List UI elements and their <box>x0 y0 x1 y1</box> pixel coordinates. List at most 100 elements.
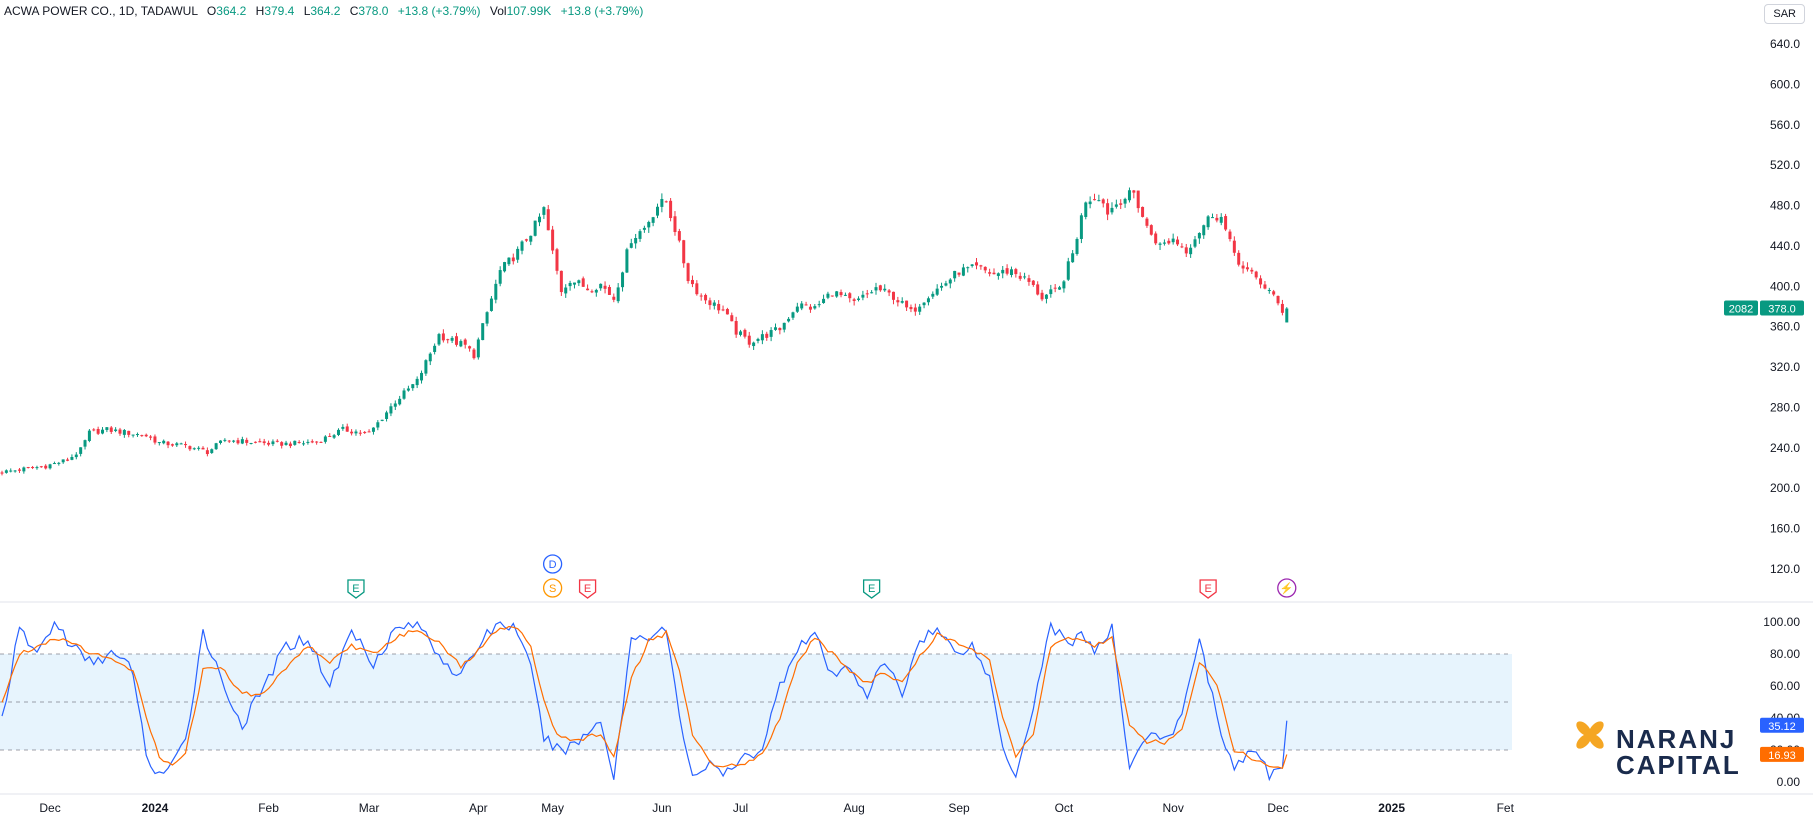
candle-body <box>690 279 694 285</box>
candle-body <box>870 292 874 294</box>
candle <box>310 439 314 444</box>
candle-body <box>1031 280 1035 285</box>
candle-body <box>830 295 834 297</box>
candle <box>1202 224 1206 239</box>
candle-body <box>538 216 542 223</box>
candle <box>1149 224 1153 236</box>
candle-body <box>402 390 406 399</box>
candle <box>1267 287 1271 294</box>
candle <box>660 193 664 213</box>
candle-body <box>424 360 428 374</box>
candle <box>1197 232 1201 244</box>
candle-body <box>454 336 458 345</box>
candle-body <box>406 388 410 391</box>
candle <box>966 266 970 273</box>
candle-body <box>695 283 699 295</box>
candle-body <box>922 302 926 306</box>
candle-body <box>332 435 336 438</box>
candle-body <box>201 447 205 450</box>
candle <box>586 284 590 291</box>
candle <box>599 283 603 291</box>
candle-body <box>310 441 314 443</box>
candle-body <box>140 435 144 437</box>
candle <box>1053 283 1057 293</box>
candle <box>607 284 611 295</box>
candle <box>900 297 904 304</box>
candle <box>800 301 804 311</box>
price-tick-label: 560.0 <box>1770 118 1800 132</box>
candle <box>992 268 996 275</box>
candle <box>843 292 847 297</box>
candle <box>791 311 795 320</box>
candle <box>288 441 292 449</box>
price-tick-label: 400.0 <box>1770 279 1800 293</box>
chart-canvas[interactable]: 120.0 160.0 200.0 240.0 280.0 320.0 360.0 400.0… <box>0 0 1813 824</box>
event-marker-earnings[interactable]: E <box>578 579 597 599</box>
candle-body <box>1158 243 1162 245</box>
event-marker-earnings[interactable]: E <box>1199 579 1217 599</box>
candle <box>874 282 878 295</box>
candle <box>380 419 384 422</box>
candle <box>551 225 555 255</box>
symbol-title[interactable]: ACWA POWER CO., 1D, TADAWUL <box>4 4 198 18</box>
candle <box>341 424 345 431</box>
candle <box>988 268 992 277</box>
event-marker-split[interactable]: S <box>542 578 563 598</box>
marker-label: E <box>352 583 359 595</box>
candle <box>79 447 83 457</box>
candle-body <box>817 304 821 306</box>
candle <box>109 425 113 435</box>
price-tick-label: 320.0 <box>1770 360 1800 374</box>
candle <box>704 293 708 304</box>
candle <box>983 266 987 274</box>
candle-body <box>284 442 288 445</box>
candle <box>1189 244 1193 258</box>
candle <box>1088 196 1092 209</box>
candle <box>1040 289 1044 302</box>
event-marker-dividend[interactable]: D <box>542 554 563 574</box>
candle-body <box>450 337 454 341</box>
candle-body <box>682 240 686 264</box>
candle <box>1272 289 1276 297</box>
event-markers: E DS E E E ⚡ <box>347 554 1297 599</box>
candle <box>1005 264 1009 276</box>
candle <box>795 302 799 313</box>
candle-body <box>647 221 651 228</box>
candle-body <box>223 439 227 441</box>
candle <box>1014 267 1018 278</box>
marker-label: E <box>868 583 875 595</box>
candle <box>262 438 266 446</box>
candle <box>258 438 262 443</box>
candle <box>367 429 371 433</box>
candle <box>651 216 655 227</box>
candle-body <box>258 441 262 443</box>
candle <box>253 441 257 444</box>
candle-body <box>822 298 826 304</box>
candle <box>44 464 48 470</box>
candle-body <box>232 440 236 442</box>
event-marker-earnings[interactable]: E <box>347 579 365 599</box>
event-marker-earnings[interactable]: E <box>862 579 881 599</box>
candle-body <box>918 306 922 312</box>
candle <box>267 440 271 447</box>
candle <box>1009 266 1013 278</box>
stoch-tick-label: 60.00 <box>1770 679 1800 693</box>
candle <box>1280 299 1284 316</box>
candle <box>752 341 756 350</box>
candle <box>905 300 909 311</box>
candle <box>205 447 209 457</box>
candle-body <box>669 200 673 219</box>
candle <box>406 385 410 392</box>
candle-body <box>651 217 655 223</box>
candle <box>1232 236 1236 256</box>
candle-body <box>179 443 183 445</box>
candle-body <box>586 288 590 291</box>
candle-body <box>533 220 537 236</box>
candle-body <box>328 435 332 437</box>
currency-button[interactable]: SAR <box>1764 4 1805 24</box>
candle <box>398 395 402 406</box>
candle-body <box>1180 246 1184 248</box>
candle-body <box>555 249 559 271</box>
candle <box>712 300 716 310</box>
event-marker-news[interactable]: ⚡ <box>1277 578 1297 598</box>
